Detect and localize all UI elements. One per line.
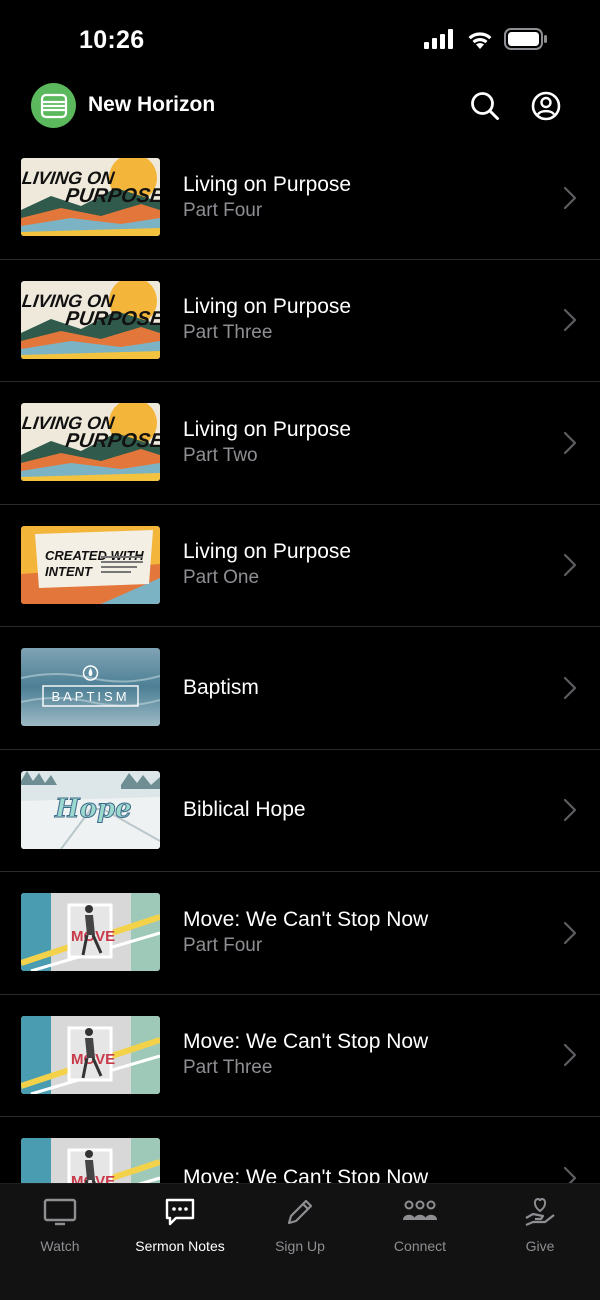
sermon-text: Living on Purpose Part Two [183, 382, 351, 504]
chevron-right-icon [563, 1044, 577, 1067]
thumb-text-line: CREATED WITH [45, 548, 144, 563]
sermon-title: Living on Purpose [183, 295, 352, 319]
sermon-list-item[interactable]: MOVE Move: We Can't Stop Now Part Three [0, 995, 600, 1117]
thumb-text-line: INTENT [45, 564, 93, 579]
sermon-list-item[interactable]: MOVE Move: We Can't Stop Now Part Four [0, 872, 600, 995]
sermon-thumbnail: BAPTISM [21, 648, 160, 726]
sermon-thumbnail: CREATED WITH INTENT [21, 525, 160, 604]
chevron-right-icon [563, 1166, 577, 1184]
sermon-title: Biblical Hope [183, 798, 306, 822]
status-icons [424, 28, 548, 50]
sermon-title: Move: We Can't Stop Now [183, 1165, 429, 1184]
chevron-right-icon [563, 431, 577, 454]
bible-icon [31, 83, 76, 128]
tab-give[interactable]: Give [480, 1194, 600, 1264]
search-button[interactable] [469, 90, 501, 122]
tab-sermon-notes[interactable]: Sermon Notes [120, 1194, 240, 1264]
chevron-right-icon [563, 676, 577, 699]
thumb-text-line: PURPOSE [64, 308, 160, 330]
chat-icon [164, 1194, 196, 1230]
status-bar: 10:26 [0, 0, 600, 80]
thumb-text-line: PURPOSE [64, 430, 160, 452]
thumb-text-line: Hope [54, 794, 132, 824]
sermon-subtitle: Part One [183, 567, 260, 589]
sermon-list-item[interactable]: CREATED WITH INTENT Living on Purpose Pa… [0, 505, 600, 627]
sermon-thumbnail: LIVING ON PURPOSE [21, 280, 160, 359]
search-icon [471, 92, 499, 120]
sermon-list-item[interactable]: Hope Biblical Hope [0, 750, 600, 872]
sermon-text: Living on Purpose Part Four [183, 137, 351, 259]
wifi-icon [468, 31, 492, 49]
tab-label: Sign Up [275, 1238, 325, 1254]
sermon-thumbnail: LIVING ON PURPOSE [21, 158, 160, 236]
sermon-subtitle: Part Three [183, 1057, 273, 1079]
sermon-title: Living on Purpose [183, 172, 352, 196]
sermon-thumbnail: MOVE [21, 1015, 160, 1094]
tab-label: Connect [393, 1238, 447, 1254]
sermon-text: Move: We Can't Stop Now Part Four [183, 872, 428, 994]
sermon-text: Living on Purpose Part Three [183, 260, 351, 382]
battery-icon [504, 28, 547, 50]
sermon-thumbnail: MOVE [21, 893, 160, 971]
chevron-right-icon [563, 921, 577, 944]
profile-icon [531, 91, 561, 121]
sermon-title: Move: We Can't Stop Now [183, 907, 429, 931]
sermon-list-item[interactable]: LIVING ON PURPOSE Living on Purpose Part… [0, 382, 600, 505]
sermon-text: Living on Purpose Part One [183, 505, 351, 627]
sermon-title: Move: We Can't Stop Now [183, 1030, 429, 1054]
tab-bar: Watch Sermon Notes Sign Up Connect Give [0, 1183, 600, 1300]
pencil-icon [284, 1194, 316, 1230]
sermon-title: Baptism [183, 675, 259, 699]
chevron-right-icon [563, 309, 577, 332]
sermon-title: Living on Purpose [183, 540, 352, 564]
app-title: New Horizon [88, 93, 216, 116]
tab-label: Give [525, 1238, 555, 1254]
sermon-text: Baptism [183, 627, 259, 749]
heart-hand-icon [523, 1194, 557, 1230]
sermon-thumbnail: MOVE [21, 1138, 160, 1184]
chevron-right-icon [563, 186, 577, 209]
status-time: 10:26 [79, 26, 145, 54]
sermon-list[interactable]: LIVING ON PURPOSE Living on Purpose Part… [0, 137, 600, 1184]
sermon-text: Move: We Can't Stop Now [183, 1117, 428, 1184]
sermon-list-item[interactable]: LIVING ON PURPOSE Living on Purpose Part… [0, 260, 600, 382]
tab-connect[interactable]: Connect [360, 1194, 480, 1264]
sermon-subtitle: Part Four [183, 934, 263, 956]
sermon-list-item[interactable]: MOVE Move: We Can't Stop Now [0, 1117, 600, 1184]
profile-button[interactable] [530, 90, 562, 122]
thumb-text-line: BAPTISM [51, 689, 129, 704]
tab-label: Watch [40, 1238, 80, 1254]
sermon-list-item[interactable]: BAPTISM Baptism [0, 627, 600, 750]
sermon-list-item[interactable]: LIVING ON PURPOSE Living on Purpose Part… [0, 137, 600, 260]
sermon-subtitle: Part Three [183, 322, 273, 344]
thumb-text-line: PURPOSE [64, 185, 160, 207]
sermon-thumbnail: Hope [21, 770, 160, 849]
tab-label: Sermon Notes [135, 1238, 225, 1254]
sermon-text: Biblical Hope [183, 750, 306, 872]
sermon-subtitle: Part Two [183, 444, 258, 466]
sermon-thumbnail: LIVING ON PURPOSE [21, 403, 160, 481]
signal-icon [424, 29, 453, 49]
sermon-subtitle: Part Four [183, 199, 263, 221]
chevron-right-icon [563, 554, 577, 577]
tab-sign-up[interactable]: Sign Up [240, 1194, 360, 1264]
sermon-text: Move: We Can't Stop Now Part Three [183, 995, 428, 1117]
tv-icon [43, 1194, 77, 1230]
sermon-title: Living on Purpose [183, 417, 352, 441]
tab-watch[interactable]: Watch [0, 1194, 120, 1264]
chevron-right-icon [563, 799, 577, 822]
group-icon [401, 1194, 439, 1230]
